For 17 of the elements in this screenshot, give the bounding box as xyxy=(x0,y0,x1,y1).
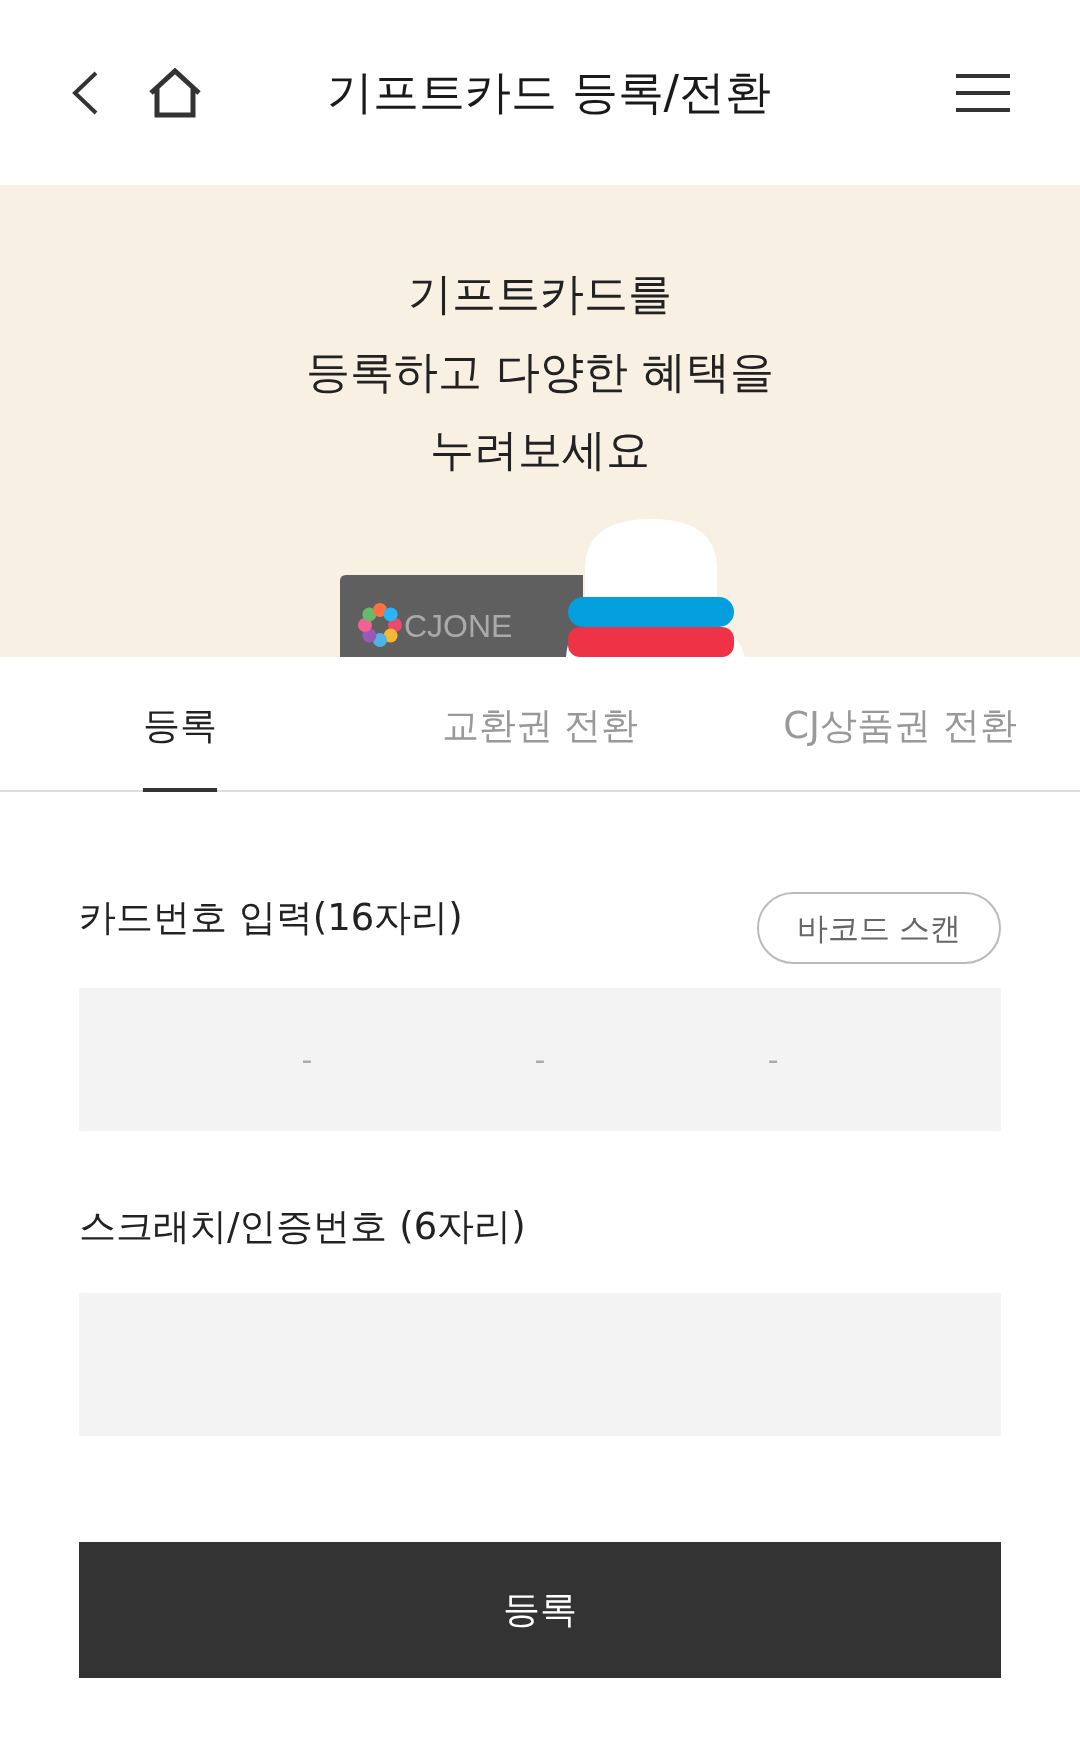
separator-text: - xyxy=(301,1041,313,1079)
logo-icon xyxy=(358,603,402,647)
card-logo-text: CJONE xyxy=(404,608,513,644)
register-button[interactable]: 등록 xyxy=(79,1541,1001,1678)
field-label: 스크래치/인증번호 (6자리) xyxy=(79,1204,527,1250)
separator-text: - xyxy=(767,1041,779,1079)
menu-button[interactable] xyxy=(956,72,1010,113)
tab[interactable]: 등록 xyxy=(143,657,217,792)
banner-text: 등록하고 다양한 혜택을 xyxy=(306,345,774,399)
banner-text: 기프트카드를 xyxy=(408,267,672,321)
home-button[interactable] xyxy=(148,67,202,118)
field-label: 카드번호 입력(16자리) xyxy=(79,895,463,942)
page-title: 기프트카드 등록/전환 xyxy=(325,64,773,121)
banner-text: 누려보세요 xyxy=(430,423,650,477)
back-button[interactable] xyxy=(70,69,100,116)
barcode-scan-button[interactable]: 바코드 스캔 xyxy=(757,892,1001,964)
separator-text: - xyxy=(534,1041,546,1079)
